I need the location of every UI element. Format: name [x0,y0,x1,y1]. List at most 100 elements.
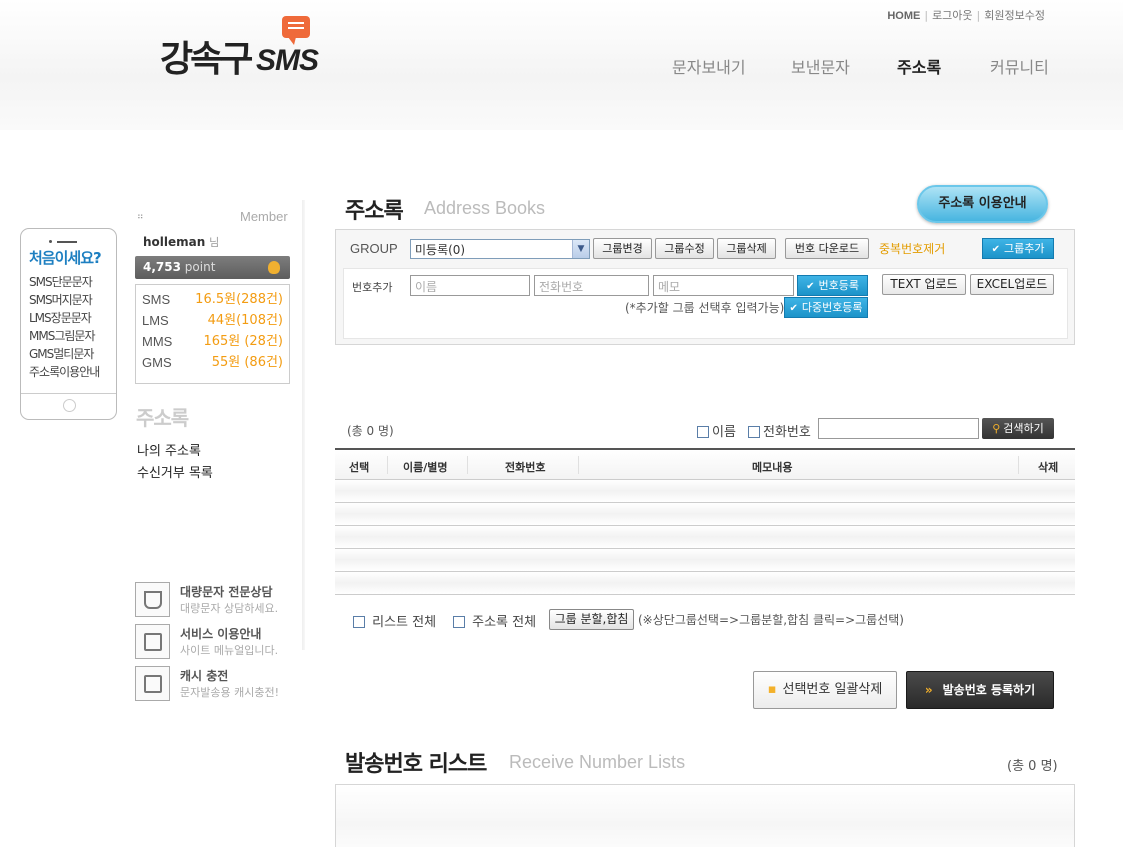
group-delete-button[interactable]: 그룹삭제 [717,238,776,259]
first-time-banner[interactable]: 처음이세요? SMS단문문자 SMS머지문자 LMS장문문자 MMS그림문자 G… [20,228,117,420]
member-label: Member [240,209,288,224]
add-number-label: 번호추가 [352,281,393,294]
banner-item[interactable]: SMS단문문자 [29,273,99,291]
check-book-all-label: 주소록 전체 [472,615,537,630]
number-register-label: 번호등록 [818,279,859,292]
text-upload-button[interactable]: TEXT 업로드 [882,274,966,295]
search-name-option[interactable]: 이름 [697,421,736,440]
side-link-my-address-book[interactable]: 나의 주소록 [137,440,201,459]
sender-list-count: (총 0 명) [1007,759,1058,774]
banner-item[interactable]: MMS그림문자 [29,327,99,345]
price-name: GMS [142,355,172,370]
phone-input[interactable]: 전화번호 [534,275,649,296]
search-phone-option[interactable]: 전화번호 [748,421,811,440]
logo-text-kr: 강속구 [160,39,253,80]
table-header: 선택 이름/별명 전화번호 메모내용 삭제 [335,448,1075,480]
phone-divider [21,393,116,394]
price-row: GMS 55원 (86건) [142,352,283,373]
sender-list-subtitle: Receive Number Lists [509,752,686,772]
check-book-all[interactable]: 주소록 전체 [453,611,536,630]
group-change-button[interactable]: 그룹변경 [593,238,652,259]
group-label: GROUP [350,241,398,256]
price-name: MMS [142,334,173,349]
register-sender-button[interactable]: » 발송번호 등록하기 [906,671,1054,709]
username: holleman [143,235,206,249]
number-register-button[interactable]: ✔ 번호등록 [797,275,868,296]
banner-item[interactable]: LMS장문문자 [29,309,99,327]
side-link-reject-list[interactable]: 수신거부 목록 [137,462,213,481]
memo-input[interactable]: 메모 [653,275,794,296]
sender-list-box [335,784,1075,847]
table-row [335,572,1075,595]
coin-bag-icon [268,261,280,274]
checkbox[interactable] [748,426,760,438]
promo-title: 캐시 충전 [180,669,229,683]
promo-service-guide[interactable]: 서비스 이용안내 사이트 메뉴얼입니다. [135,624,305,660]
checkbox[interactable] [453,616,465,628]
logout-link[interactable]: 로그아웃 [932,9,972,22]
grid-icon: ▪ [767,682,777,697]
price-row: SMS 16.5원(288건) [142,289,283,310]
search-input[interactable] [818,418,979,439]
phone-placeholder: 전화번호 [539,280,584,294]
page-title: 주소록 [345,199,404,224]
table-row [335,503,1075,526]
grip-icon: ⠶ [137,212,144,222]
coffee-cup-icon [135,582,170,617]
banner-item[interactable]: GMS멀티문자 [29,345,99,363]
column-header: 선택 [349,461,370,474]
address-table: 선택 이름/별명 전화번호 메모내용 삭제 [335,448,1075,595]
nav-community[interactable]: 커뮤니티 [990,54,1049,78]
column-header: 이름/별명 [403,461,448,474]
promo-cash-charge[interactable]: 캐시 충전 문자발송용 캐시충전! [135,666,305,702]
table-row [335,526,1075,549]
multi-register-button[interactable]: ✔ 다중번호등록 [784,297,868,318]
promo-title: 대량문자 전문상담 [180,585,273,599]
column-header: 삭제 [1038,461,1059,474]
checkbox[interactable] [353,616,365,628]
banner-menu: SMS단문문자 SMS머지문자 LMS장문문자 MMS그림문자 GMS멀티문자 … [29,273,100,381]
side-menu-title: 주소록 [136,406,189,430]
group-add-label: 그룹추가 [1003,242,1045,255]
search-icon: ⚲ [992,422,1001,435]
home-link[interactable]: HOME [887,10,920,22]
group-split-merge-button[interactable]: 그룹 분할,합침 [549,609,634,630]
name-placeholder: 이름 [415,280,438,294]
nav-send-message[interactable]: 문자보내기 [672,54,746,78]
promo-sub: 대량문자 상담하세요. [180,602,279,615]
check-list-all[interactable]: 리스트 전체 [353,611,436,630]
group-edit-button[interactable]: 그룹수정 [655,238,714,259]
group-select[interactable]: 미등록(0) ▼ [410,239,590,259]
site-logo[interactable]: 강속구 SMS [160,16,330,80]
phone-home-button-icon [63,399,76,412]
group-add-button[interactable]: ✔ 그룹추가 [982,238,1054,259]
member-edit-link[interactable]: 회원정보수정 [984,9,1045,22]
group-select-value: 미등록(0) [415,243,466,257]
point-bar: 4,753 point [135,256,290,279]
add-hint: (*추가할 그룹 선택후 입력가능) [625,301,785,315]
promo-sub: 문자발송용 캐시충전! [180,686,279,699]
notepad-icon [135,624,170,659]
price-name: SMS [142,292,171,307]
address-book-guide-button[interactable]: 주소록 이용안내 [917,185,1048,223]
duplicate-remove-link[interactable]: 중복번호제거 [879,240,945,257]
nav-sent-messages[interactable]: 보낸문자 [791,54,850,78]
checkbox[interactable] [697,426,709,438]
total-count: (총 0 명) [347,424,394,438]
point-value: 4,753 [143,260,181,274]
excel-upload-button[interactable]: EXCEL업로드 [970,274,1054,295]
promo-bulk-consult[interactable]: 대량문자 전문상담 대량문자 상담하세요. [135,582,305,618]
page-subtitle: Address Books [424,198,546,218]
number-download-button[interactable]: 번호 다운로드 [785,238,869,259]
banner-item[interactable]: 주소록이용안내 [29,363,100,381]
search-button-label: 검색하기 [1003,422,1044,435]
banner-item[interactable]: SMS머지문자 [29,291,99,309]
search-phone-label: 전화번호 [763,425,811,440]
search-button[interactable]: ⚲ 검색하기 [982,418,1054,439]
column-header: 메모내용 [752,461,793,474]
bulk-delete-label: 선택번호 일괄삭제 [782,682,883,697]
bulk-delete-button[interactable]: ▪ 선택번호 일괄삭제 [753,671,897,709]
price-value: 44원(108건) [207,313,283,328]
nav-address-book[interactable]: 주소록 [897,54,941,78]
name-input[interactable]: 이름 [410,275,530,296]
